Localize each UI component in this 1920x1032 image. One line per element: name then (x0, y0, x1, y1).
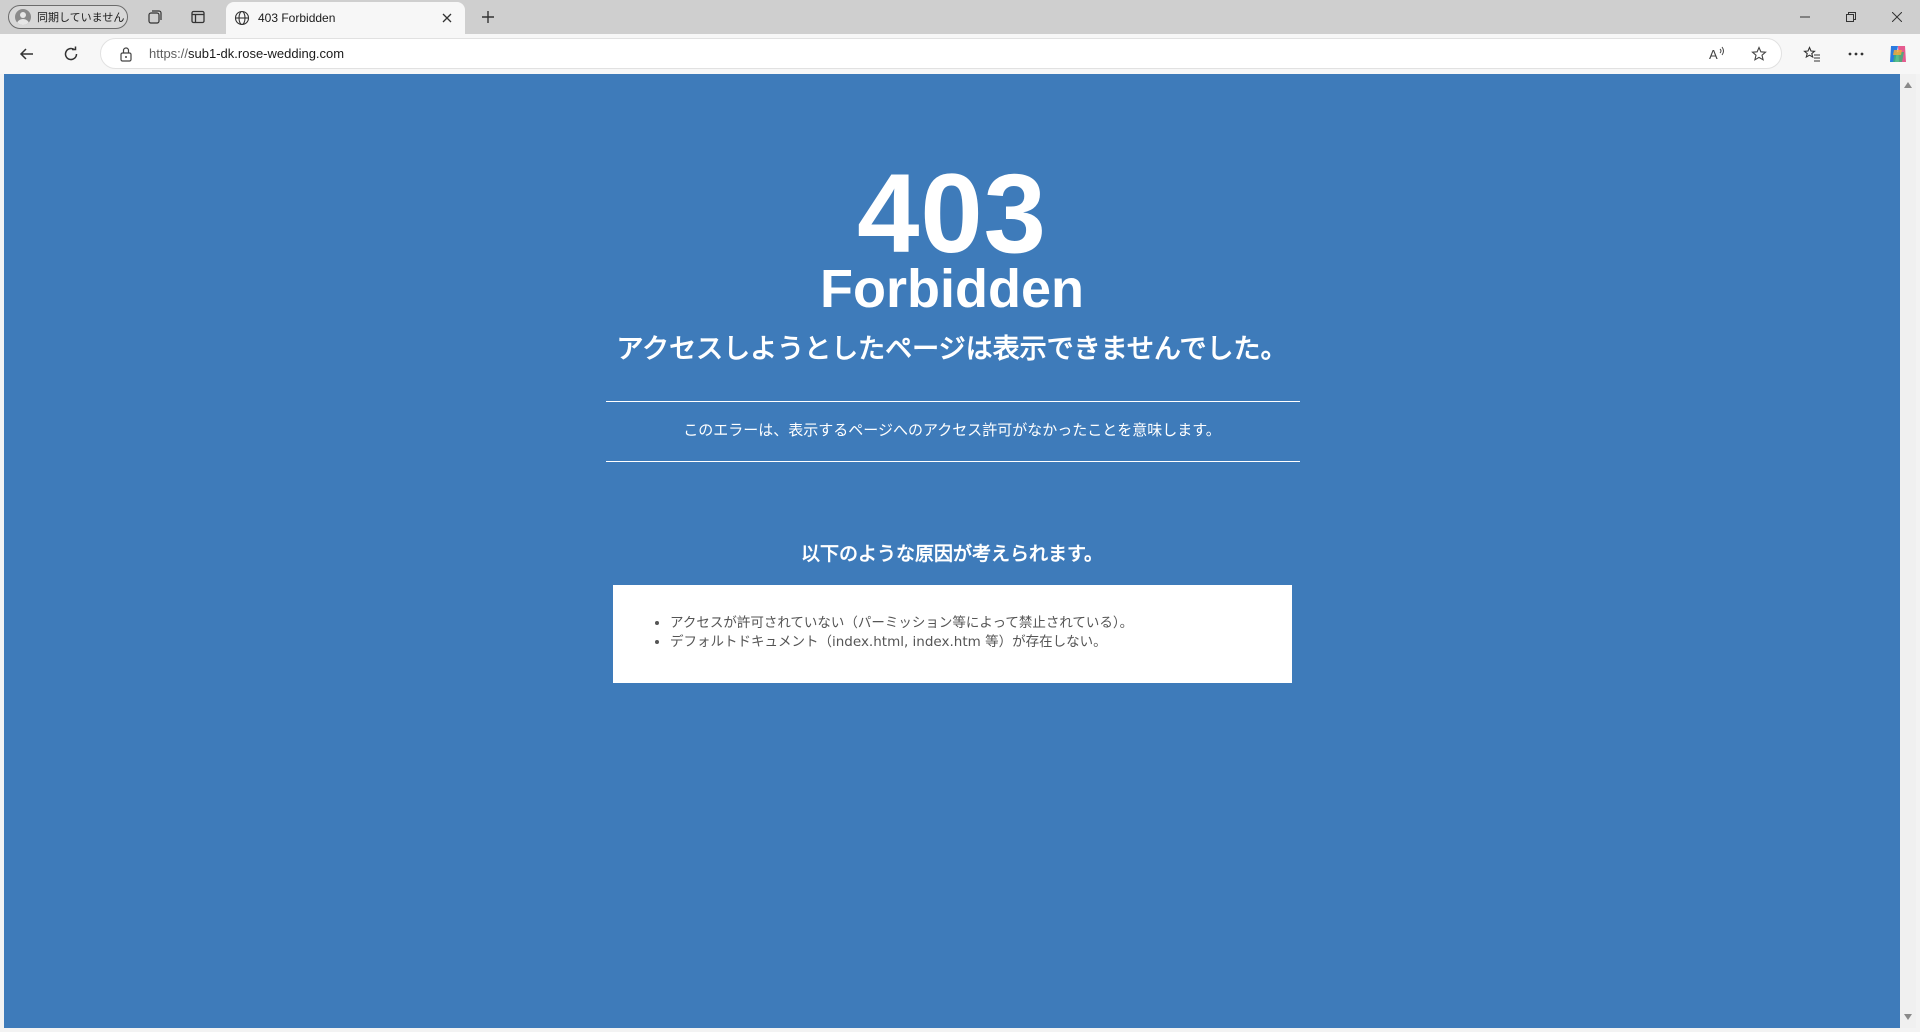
collections-icon (148, 10, 162, 24)
globe-icon (234, 10, 250, 26)
more-icon (1848, 52, 1864, 56)
cause-item: デフォルトドキュメント（index.html, index.htm 等）が存在し… (670, 633, 1292, 652)
address-bar[interactable]: https://sub1-dk.rose-wedding.com A (100, 38, 1782, 69)
url-host: sub1-dk.rose-wedding.com (188, 46, 345, 61)
svg-text:A: A (1709, 47, 1718, 62)
tab-close-button[interactable] (435, 6, 459, 30)
tab-actions-icon (191, 10, 205, 24)
cause-item: アクセスが許可されていない（パーミッション等によって禁止されている）。 (670, 614, 1292, 633)
back-button[interactable] (12, 40, 42, 68)
profile-label: 同期していません (37, 11, 125, 24)
minimize-button[interactable] (1782, 0, 1828, 34)
favorites-button[interactable] (1797, 40, 1827, 68)
profile-button[interactable]: 同期していません (8, 5, 128, 29)
tab-title: 403 Forbidden (258, 11, 336, 25)
read-aloud-button[interactable]: A (1706, 43, 1730, 65)
window-close-button[interactable] (1874, 0, 1920, 34)
url-text[interactable]: https://sub1-dk.rose-wedding.com (149, 46, 344, 61)
error-headline: アクセスしようとしたページは表示できませんでした。 (616, 334, 1288, 365)
causes-box: アクセスが許可されていない（パーミッション等によって禁止されている）。 デフォル… (613, 585, 1292, 683)
restore-icon (1846, 12, 1856, 22)
top-divider (606, 401, 1300, 402)
scroll-down-arrow-icon[interactable] (1904, 1014, 1912, 1020)
minimize-icon (1800, 16, 1810, 18)
lock-icon[interactable] (119, 46, 133, 66)
navigation-bar: https://sub1-dk.rose-wedding.com A (0, 34, 1920, 74)
page-viewport: 403 Forbidden アクセスしようとしたページは表示できませんでした。 … (4, 74, 1900, 1028)
error-status: Forbidden (820, 259, 1084, 319)
avatar-icon (15, 9, 31, 25)
error-page: 403 Forbidden アクセスしようとしたページは表示できませんでした。 … (4, 74, 1900, 1028)
favorite-star-icon (1751, 46, 1767, 61)
causes-list: アクセスが許可されていない（パーミッション等によって禁止されている）。 デフォル… (653, 614, 1292, 652)
refresh-button[interactable] (56, 40, 86, 68)
collections-button[interactable] (141, 5, 169, 29)
favorites-icon (1803, 46, 1820, 62)
read-aloud-icon: A (1709, 46, 1724, 62)
favorite-star-button[interactable] (1747, 43, 1771, 65)
copilot-button[interactable] (1883, 40, 1913, 68)
tab-actions-button[interactable] (184, 5, 212, 29)
error-explanation: このエラーは、表示するページへのアクセス許可がなかったことを意味します。 (683, 421, 1221, 439)
causes-heading: 以下のような原因が考えられます。 (800, 543, 1104, 565)
title-bar: 同期していません 403 Forbidden (0, 0, 1920, 34)
bottom-divider (606, 461, 1300, 462)
more-button[interactable] (1841, 40, 1871, 68)
scroll-up-arrow-icon[interactable] (1904, 82, 1912, 88)
tab-active[interactable]: 403 Forbidden (226, 2, 465, 34)
back-icon (19, 48, 33, 60)
new-tab-button[interactable] (474, 5, 502, 29)
restore-button[interactable] (1828, 0, 1874, 34)
vertical-scrollbar[interactable] (1900, 74, 1916, 1028)
url-scheme: https:// (149, 46, 189, 61)
refresh-icon (64, 46, 78, 61)
new-tab-icon (482, 11, 494, 23)
copilot-icon (1890, 46, 1906, 62)
window-close-icon (1892, 12, 1902, 22)
close-icon (442, 13, 452, 23)
